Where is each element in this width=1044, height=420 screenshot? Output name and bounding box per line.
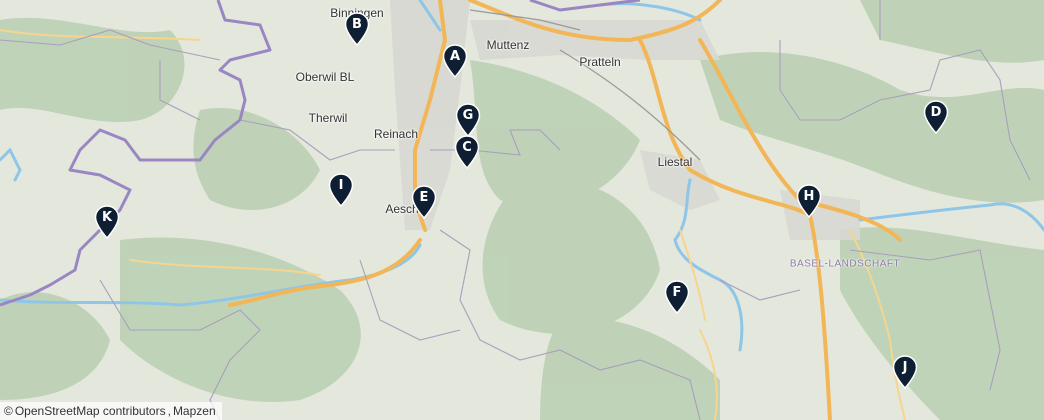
map-attribution: © OpenStreetMap contributors, Mapzen — [0, 402, 222, 420]
map-marker-e[interactable]: E — [411, 185, 437, 219]
marker-label: I — [338, 178, 344, 193]
marker-label: G — [462, 108, 474, 123]
map-marker-k[interactable]: K — [94, 205, 120, 239]
map-marker-f[interactable]: F — [664, 280, 690, 314]
map-marker-a[interactable]: A — [442, 44, 468, 78]
map-canvas[interactable]: BinningenMuttenzPrattelnOberwil BLTherwi… — [0, 0, 1044, 420]
marker-label: E — [419, 190, 429, 205]
place-label-muttenz: Muttenz — [486, 38, 530, 52]
osm-attribution-link[interactable]: OpenStreetMap contributors — [15, 404, 166, 418]
place-label-oberwil-bl: Oberwil BL — [295, 70, 355, 84]
map-marker-i[interactable]: I — [328, 173, 354, 207]
map-marker-j[interactable]: J — [892, 355, 918, 389]
marker-label: C — [462, 140, 472, 155]
map-terrain — [0, 0, 1044, 420]
marker-label: H — [803, 189, 815, 204]
region-label: BASEL-LANDSCHAFT — [789, 258, 901, 270]
marker-label: J — [902, 360, 908, 375]
map-marker-c[interactable]: C — [454, 135, 480, 169]
map-marker-d[interactable]: D — [923, 100, 949, 134]
map-marker-h[interactable]: H — [796, 184, 822, 218]
marker-label: B — [352, 17, 362, 32]
marker-label: K — [101, 210, 113, 225]
marker-label: D — [930, 105, 942, 120]
place-label-reinach: Reinach — [373, 127, 419, 141]
place-label-therwil: Therwil — [308, 111, 348, 125]
attribution-separator: , — [167, 404, 171, 418]
map-marker-b[interactable]: B — [344, 12, 370, 46]
place-label-pratteln: Pratteln — [579, 55, 621, 69]
marker-label: F — [672, 285, 682, 300]
map-marker-g[interactable]: G — [455, 103, 481, 137]
marker-label: A — [449, 49, 461, 64]
place-label-liestal: Liestal — [657, 155, 693, 169]
copyright-symbol: © — [4, 404, 13, 418]
mapzen-attribution-link[interactable]: Mapzen — [173, 404, 216, 418]
